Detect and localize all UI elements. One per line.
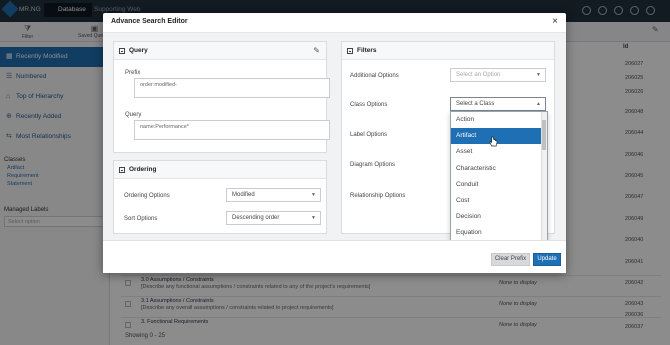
ordering-panel-header[interactable]: Ordering	[114, 161, 326, 179]
chevron-up-icon: ▲	[536, 101, 541, 107]
chevron-down-icon: ▼	[536, 72, 541, 78]
chevron-down-icon: ▼	[311, 192, 316, 198]
ordering-options-label: Ordering Options	[124, 193, 170, 199]
query-panel: Query ✎ Prefix order:modified- Query nam…	[113, 41, 330, 153]
clear-prefix-button[interactable]: Clear Prefix	[491, 253, 530, 266]
filters-panel-header[interactable]: Filters	[342, 42, 554, 60]
query-field[interactable]: name:Performance*	[134, 120, 330, 140]
dropdown-option[interactable]: Action	[451, 112, 547, 128]
ordering-panel: Ordering Ordering Options Modified ▼ Sor…	[113, 160, 327, 234]
mouse-cursor-icon	[489, 136, 498, 147]
sort-options-value: Descending order	[232, 215, 280, 221]
dropdown-option[interactable]: Decision	[451, 209, 547, 225]
query-label: Query	[125, 112, 142, 118]
class-options-placeholder: Select a Class	[456, 101, 495, 107]
ordering-options-select[interactable]: Modified ▼	[226, 188, 321, 202]
dropdown-option-highlighted[interactable]: Artifact	[451, 128, 547, 145]
additional-options-placeholder: Select an Option	[456, 72, 501, 78]
query-heading: Query	[129, 47, 148, 54]
dropdown-option[interactable]: Conduit	[451, 177, 547, 193]
pencil-icon[interactable]: ✎	[313, 42, 320, 60]
dropdown-scrollbar[interactable]	[541, 112, 547, 248]
sort-options-select[interactable]: Descending order ▼	[226, 211, 321, 225]
dropdown-option[interactable]: Asset	[451, 144, 547, 160]
dropdown-scroll-thumb[interactable]	[542, 120, 546, 150]
additional-options-label: Additional Options	[350, 73, 399, 79]
chevron-down-icon: ▼	[311, 215, 316, 221]
prefix-field[interactable]: order:modified-	[134, 78, 330, 98]
query-panel-header[interactable]: Query ✎	[114, 42, 326, 60]
class-options-label: Class Options	[350, 102, 388, 108]
class-options-select[interactable]: Select a Class ▲	[450, 97, 546, 111]
filters-heading: Filters	[357, 47, 377, 54]
sort-options-label: Sort Options	[124, 216, 158, 222]
dropdown-option[interactable]: Cost	[451, 193, 547, 209]
diagram-options-label: Diagram Options	[350, 162, 396, 168]
additional-options-select[interactable]: Select an Option ▼	[450, 68, 546, 82]
collapse-icon[interactable]	[119, 48, 125, 54]
collapse-icon[interactable]	[119, 167, 125, 173]
relationship-options-label: Relationship Options	[350, 193, 406, 199]
update-button[interactable]: Update	[533, 253, 561, 266]
label-options-label: Label Options	[350, 132, 388, 138]
dropdown-option[interactable]: Characteristic	[451, 161, 547, 177]
class-options-dropdown[interactable]: Action Artifact Asset Characteristic Con…	[450, 111, 548, 249]
modal-title: Advance Search Editor	[111, 18, 188, 25]
ordering-options-value: Modified	[232, 192, 255, 198]
prefix-label: Prefix	[125, 70, 141, 76]
close-icon[interactable]: ×	[552, 16, 558, 27]
collapse-icon[interactable]	[347, 48, 353, 54]
ordering-heading: Ordering	[129, 166, 157, 173]
